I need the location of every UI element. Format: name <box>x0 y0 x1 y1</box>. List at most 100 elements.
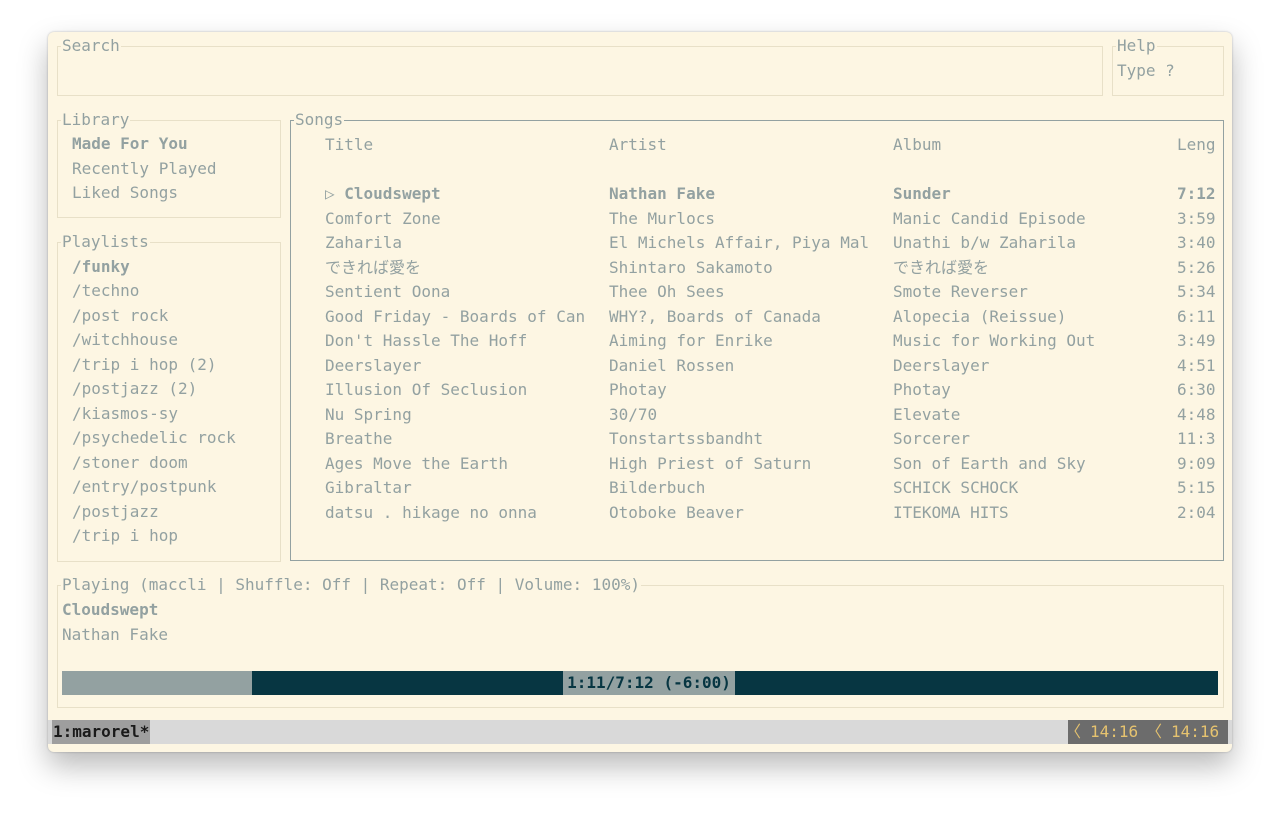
song-title: Illusion Of Seclusion <box>325 380 528 399</box>
playlist-item[interactable]: /stoner doom <box>72 451 188 475</box>
song-album: Photay <box>893 380 951 399</box>
song-title: Deerslayer <box>325 356 422 375</box>
progress-bar[interactable]: 1:11/7:12 (-6:00) <box>62 671 1218 695</box>
song-length: 7:12 <box>1177 184 1216 203</box>
playlists-title: Playlists <box>61 232 150 252</box>
song-title: Good Friday - Boards of Can <box>325 307 586 326</box>
song-length: 3:40 <box>1177 233 1216 252</box>
song-artist: Aiming for Enrike <box>609 331 773 350</box>
song-album: ITEKOMA HITS <box>893 503 1009 522</box>
now-playing-artist: Nathan Fake <box>62 625 168 644</box>
song-title: できれば愛を <box>325 258 422 277</box>
song-artist: Photay <box>609 380 667 399</box>
tmux-time: 14:16 <box>1171 722 1220 741</box>
playlist-item[interactable]: /trip i hop <box>72 524 178 548</box>
tmux-status-bar: 1:marorel* 〈 14:16 〈 14:16 <box>48 720 1232 744</box>
now-playing-track: Cloudswept <box>62 600 159 619</box>
song-row[interactable]: Good Friday - Boards of Can WHY?, Boards… <box>291 305 1223 329</box>
song-album: Smote Reverser <box>893 282 1028 301</box>
playlist-item[interactable]: /kiasmos-sy <box>72 402 178 426</box>
song-album: Alopecia (Reissue) <box>893 307 1067 326</box>
playlist-item[interactable]: /postjazz (2) <box>72 377 197 401</box>
song-title: datsu . hikage no onna <box>325 503 537 522</box>
song-artist: WHY?, Boards of Canada <box>609 307 821 326</box>
column-header-album[interactable]: Album <box>893 133 1169 157</box>
playlist-item[interactable]: /witchhouse <box>72 328 178 352</box>
song-row[interactable]: Nu Spring 30/70 Elevate 4:48 <box>291 403 1223 427</box>
song-title: Comfort Zone <box>325 209 441 228</box>
song-row[interactable]: できれば愛を Shintaro Sakamoto できれば愛を 5:26 <box>291 256 1223 280</box>
song-length: 3:59 <box>1177 209 1216 228</box>
song-row[interactable]: Illusion Of Seclusion Photay Photay 6:30 <box>291 378 1223 402</box>
song-artist: 30/70 <box>609 405 658 424</box>
playlist-item[interactable]: /postjazz <box>72 500 159 524</box>
song-artist: El Michels Affair, Piya Mal <box>609 233 870 252</box>
song-title: Don't Hassle The Hoff <box>325 331 528 350</box>
playlist-item[interactable]: /post rock <box>72 304 168 328</box>
song-album: Manic Candid Episode <box>893 209 1086 228</box>
column-header-title[interactable]: Title <box>325 133 601 157</box>
progress-label: 1:11/7:12 (-6:00) <box>563 671 735 695</box>
tmux-window-tab[interactable]: 1:marorel* <box>52 720 151 744</box>
song-length: 5:34 <box>1177 282 1216 301</box>
song-title: Breathe <box>325 429 393 448</box>
song-row[interactable]: Comfort Zone The Murlocs Manic Candid Ep… <box>291 207 1223 231</box>
song-artist: High Priest of Saturn <box>609 454 812 473</box>
song-artist: Otoboke Beaver <box>609 503 744 522</box>
song-artist: The Murlocs <box>609 209 715 228</box>
song-title: Sentient Oona <box>325 282 451 301</box>
playbar-status: Playing (maccli | Shuffle: Off | Repeat:… <box>61 575 641 595</box>
library-item-recently-played[interactable]: Recently Played <box>72 157 217 181</box>
song-artist: Shintaro Sakamoto <box>609 258 773 277</box>
song-title: ▷ Cloudswept <box>325 184 441 203</box>
song-length: 5:26 <box>1177 258 1216 277</box>
song-row[interactable]: Zaharila El Michels Affair, Piya Mal Una… <box>291 231 1223 255</box>
song-row[interactable]: Ages Move the Earth High Priest of Satur… <box>291 452 1223 476</box>
song-length: 6:11 <box>1177 307 1216 326</box>
song-row[interactable]: Breathe Tonstartssbandht Sorcerer 11:3 <box>291 427 1223 451</box>
song-album: SCHICK SCHOCK <box>893 478 1019 497</box>
playlist-item[interactable]: /trip i hop (2) <box>72 353 217 377</box>
tmux-time: 14:16 <box>1090 722 1139 741</box>
song-artist: Nathan Fake <box>609 184 715 203</box>
song-artist: Daniel Rossen <box>609 356 735 375</box>
song-album: Son of Earth and Sky <box>893 454 1086 473</box>
song-row[interactable]: Deerslayer Daniel Rossen Deerslayer 4:51 <box>291 354 1223 378</box>
search-box[interactable] <box>57 46 1103 96</box>
song-title: Zaharila <box>325 233 403 252</box>
help-hint: Type ? <box>1117 61 1175 80</box>
song-row[interactable]: Sentient Oona Thee Oh Sees Smote Reverse… <box>291 280 1223 304</box>
song-length: 4:51 <box>1177 356 1216 375</box>
playlist-item[interactable]: /entry/postpunk <box>72 475 217 499</box>
song-artist: Bilderbuch <box>609 478 706 497</box>
playlist-item[interactable]: /psychedelic rock <box>72 426 236 450</box>
terminal-window: Search Help Type ? Library Made For You … <box>48 32 1232 752</box>
search-title: Search <box>61 36 121 56</box>
song-album: Unathi b/w Zaharila <box>893 233 1077 252</box>
song-length: 11:3 <box>1177 429 1216 448</box>
song-length: 4:48 <box>1177 405 1216 424</box>
help-title: Help <box>1116 36 1157 56</box>
library-item-liked-songs[interactable]: Liked Songs <box>72 181 178 205</box>
song-row-playing[interactable]: ▷ Cloudswept Nathan Fake Sunder 7:12 <box>291 182 1223 206</box>
song-row[interactable]: Gibraltar Bilderbuch SCHICK SCHOCK 5:15 <box>291 476 1223 500</box>
chevron-left-icon: 〈 <box>1065 722 1082 741</box>
song-album: Sorcerer <box>893 429 971 448</box>
song-album: できれば愛を <box>893 258 990 277</box>
library-item-made-for-you[interactable]: Made For You <box>72 132 188 156</box>
song-artist: Thee Oh Sees <box>609 282 725 301</box>
playlist-item[interactable]: /techno <box>72 279 139 303</box>
song-length: 2:04 <box>1177 503 1216 522</box>
song-title: Ages Move the Earth <box>325 454 509 473</box>
songs-box: Title Artist Album Leng ▷ Cloudswept Nat… <box>290 120 1224 561</box>
column-header-length[interactable]: Leng <box>1177 133 1227 157</box>
song-title: Gibraltar <box>325 478 412 497</box>
song-artist: Tonstartssbandht <box>609 429 764 448</box>
song-album: Sunder <box>893 184 951 203</box>
tmux-clock-area: 〈 14:16 〈 14:16 <box>1065 720 1228 744</box>
playlist-item[interactable]: /funky <box>72 255 130 279</box>
song-row[interactable]: datsu . hikage no onna Otoboke Beaver IT… <box>291 501 1223 525</box>
column-header-artist[interactable]: Artist <box>609 133 885 157</box>
song-row[interactable]: Don't Hassle The Hoff Aiming for Enrike … <box>291 329 1223 353</box>
song-album: Music for Working Out <box>893 331 1096 350</box>
